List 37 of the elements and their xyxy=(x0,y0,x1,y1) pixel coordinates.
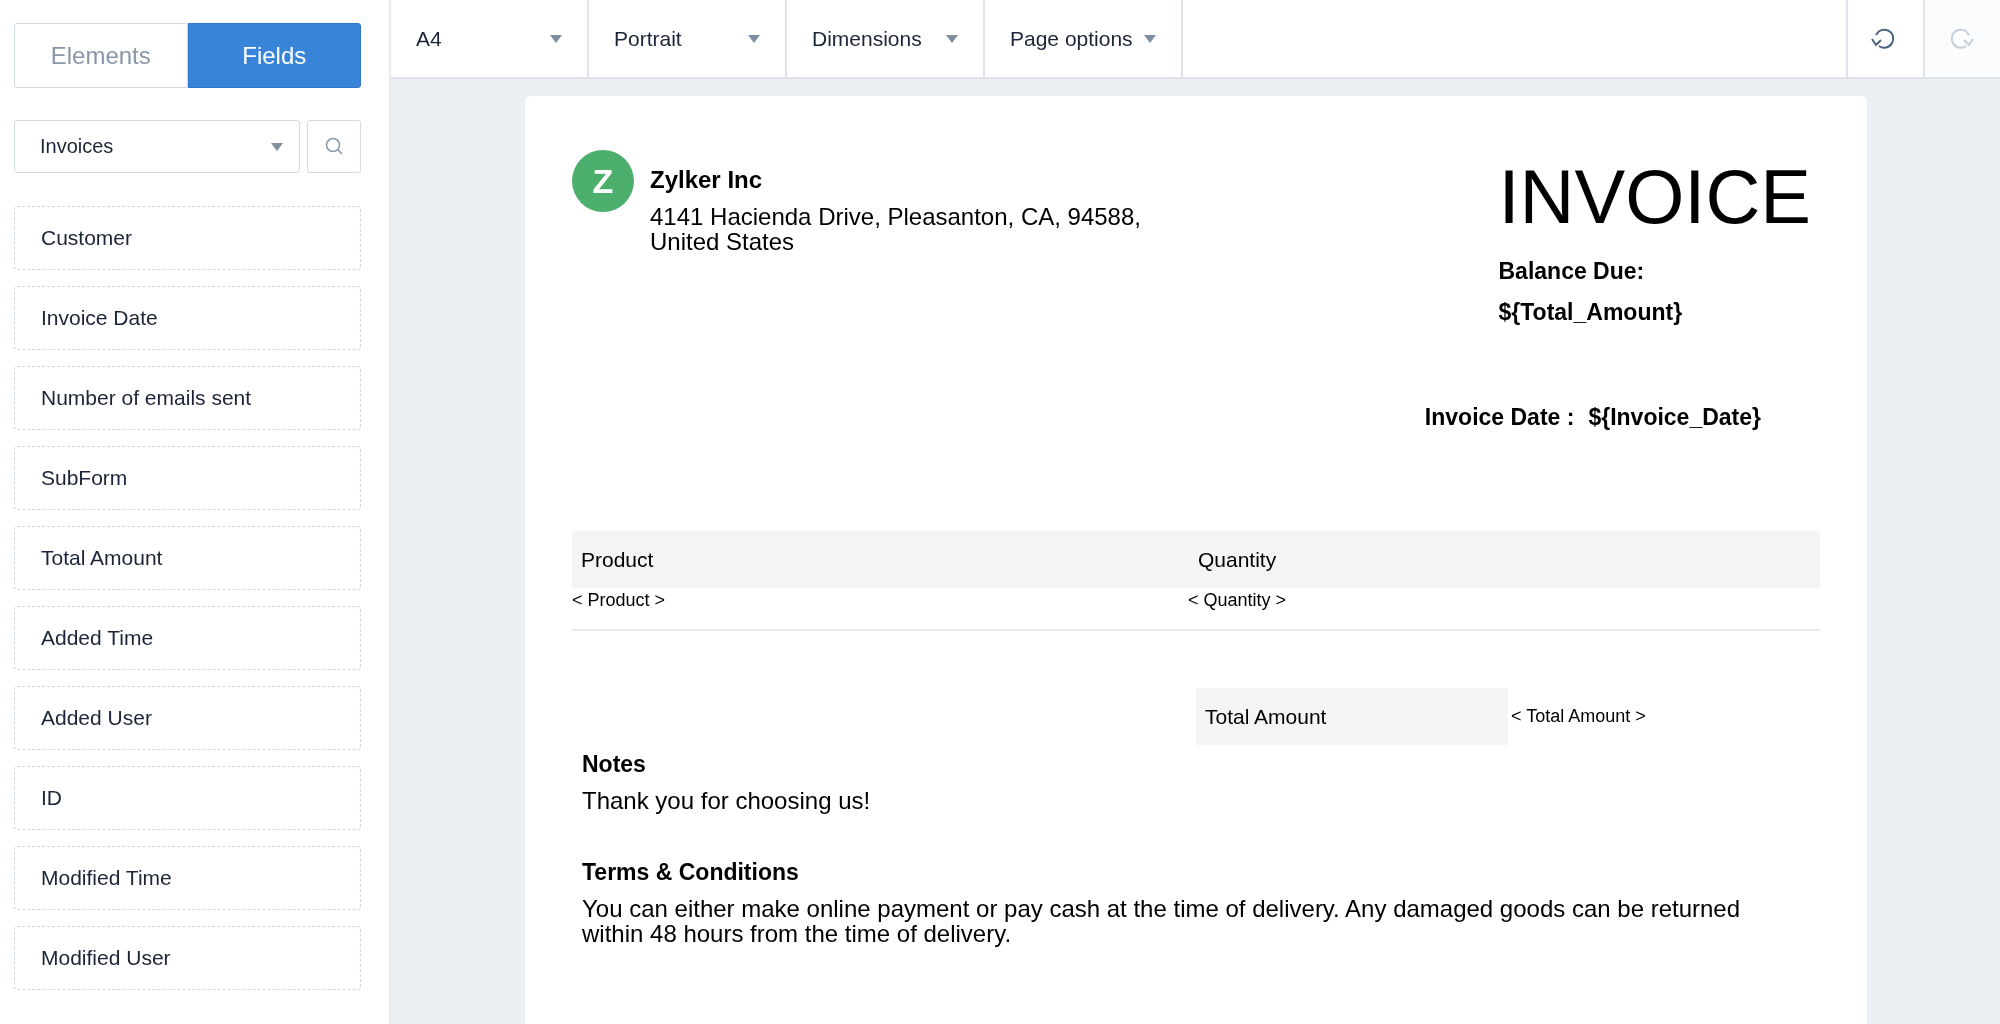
date-label: Invoice Date : xyxy=(1424,404,1575,431)
column-header: Product xyxy=(580,547,655,572)
notes-heading: Notes xyxy=(582,751,647,778)
field-item[interactable]: Modified Time xyxy=(14,846,361,910)
total-label: Total Amount xyxy=(1196,688,1508,745)
panel-tab[interactable]: Fields xyxy=(187,23,361,88)
caret-icon xyxy=(271,142,283,151)
caret-icon xyxy=(550,34,562,43)
terms-text: You can either make online payment or pay cash at the time of delivery. Any damaged goods can be returned within 48 hours from the time of delivery. xyxy=(582,896,1742,946)
caret-icon xyxy=(748,34,760,43)
company-name: Zylker Inc xyxy=(650,166,764,194)
caret-icon xyxy=(946,34,958,43)
search-button[interactable] xyxy=(307,120,361,173)
total-value: < Total Amount > xyxy=(1510,705,1646,728)
field-item[interactable]: Number of emails sent xyxy=(14,366,361,430)
form-dropdown[interactable]: Invoices xyxy=(14,120,300,173)
company-address: 4141 Hacienda Drive, Pleasanton, CA, 94588, United States xyxy=(650,204,1141,254)
field-item[interactable]: Modified User xyxy=(14,926,361,990)
field-item[interactable]: Added User xyxy=(14,686,361,750)
table-cell-text: < Product > xyxy=(572,589,667,612)
invoice-title: INVOICE xyxy=(1498,153,1811,241)
field-item[interactable]: Customer xyxy=(14,206,361,270)
terms-heading: Terms & Conditions xyxy=(582,859,800,886)
field-item[interactable]: ID xyxy=(14,766,361,830)
company-logo: Z xyxy=(572,150,634,212)
field-item[interactable]: SubForm xyxy=(14,446,361,510)
column-header: Quantity xyxy=(1198,547,1277,572)
table-cell-text: < Quantity > xyxy=(1188,589,1287,612)
balance-label: Balance Due: xyxy=(1498,258,1646,285)
field-item[interactable]: Invoice Date xyxy=(14,286,361,350)
balance-value: ${Total_Amount} xyxy=(1498,299,1684,326)
search-icon xyxy=(324,137,344,156)
date-value: ${Invoice_Date} xyxy=(1588,404,1761,431)
notes-text: Thank you for choosing us! xyxy=(582,788,872,813)
caret-icon xyxy=(1144,34,1156,43)
field-item[interactable]: Added Time xyxy=(14,606,361,670)
field-item[interactable]: Total Amount xyxy=(14,526,361,590)
